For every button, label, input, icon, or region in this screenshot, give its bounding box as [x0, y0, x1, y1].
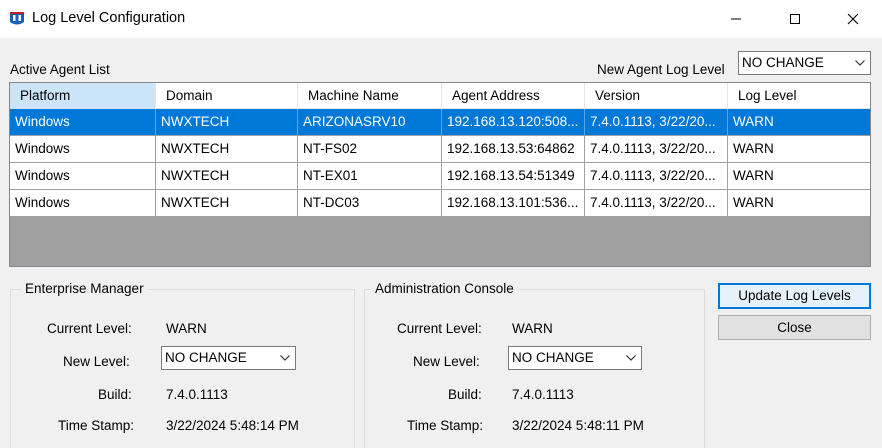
enterprise-build-label: Build: — [98, 387, 132, 402]
chevron-down-icon — [280, 355, 290, 361]
enterprise-timestamp-label: Time Stamp: — [58, 418, 135, 433]
enterprise-timestamp-value: 3/22/2024 5:48:14 PM — [166, 418, 299, 433]
app-logo-icon — [10, 12, 24, 25]
new-agent-log-level-label: New Agent Log Level — [597, 62, 725, 77]
title-bar: Log Level Configuration — [0, 0, 882, 38]
cell-agent-address: 192.168.13.54:51349 — [442, 163, 585, 190]
enterprise-new-level-label: New Level: — [63, 354, 130, 369]
admin-current-level-value: WARN — [512, 321, 553, 336]
cell-agent-address: 192.168.13.120:508... — [442, 109, 585, 136]
agent-list-grid[interactable]: Platform Domain Machine Name Agent Addre… — [9, 82, 871, 267]
close-window-button[interactable] — [824, 0, 882, 38]
cell-domain: NWXTECH — [156, 109, 298, 136]
enterprise-build-value: 7.4.0.1113 — [166, 387, 228, 402]
cell-version: 7.4.0.1113, 3/22/20... — [585, 190, 728, 217]
cell-version: 7.4.0.1113, 3/22/20... — [585, 136, 728, 163]
enterprise-manager-title: Enterprise Manager — [21, 281, 148, 296]
window-title: Log Level Configuration — [32, 10, 186, 26]
column-header-log-level[interactable]: Log Level — [728, 83, 870, 109]
active-agent-list-label: Active Agent List — [10, 62, 110, 77]
admin-timestamp-label: Time Stamp: — [407, 418, 484, 433]
table-row[interactable]: Windows NWXTECH NT-FS02 192.168.13.53:64… — [10, 136, 870, 163]
cell-domain: NWXTECH — [156, 163, 298, 190]
chevron-down-icon — [626, 355, 636, 361]
cell-platform: Windows — [10, 109, 156, 136]
close-button[interactable]: Close — [718, 315, 871, 340]
enterprise-new-level-value: NO CHANGE — [165, 350, 247, 365]
maximize-button[interactable] — [766, 0, 824, 38]
cell-machine-name: NT-DC03 — [298, 190, 442, 217]
cell-machine-name: NT-EX01 — [298, 163, 442, 190]
cell-log-level: WARN — [733, 168, 774, 183]
admin-build-label: Build: — [448, 387, 482, 402]
column-header-platform[interactable]: Platform — [10, 83, 156, 109]
new-agent-log-level-value: NO CHANGE — [742, 55, 824, 70]
admin-current-level-label: Current Level: — [397, 321, 482, 336]
cell-platform: Windows — [10, 163, 156, 190]
cell-domain: NWXTECH — [156, 190, 298, 217]
grid-header: Platform Domain Machine Name Agent Addre… — [10, 83, 870, 109]
cell-log-level: WARN — [733, 195, 774, 210]
cell-machine-name: ARIZONASRV10 — [298, 109, 442, 136]
column-header-agent-address[interactable]: Agent Address — [442, 83, 585, 109]
table-row[interactable]: Windows NWXTECH ARIZONASRV10 192.168.13.… — [10, 109, 870, 136]
minimize-icon — [731, 18, 741, 20]
table-row[interactable]: Windows NWXTECH NT-DC03 192.168.13.101:5… — [10, 190, 870, 217]
cell-log-level: WARN — [733, 141, 774, 156]
maximize-icon — [790, 14, 800, 24]
update-log-levels-button[interactable]: Update Log Levels — [718, 283, 871, 309]
cell-platform: Windows — [10, 190, 156, 217]
enterprise-current-level-value: WARN — [166, 321, 207, 336]
minimize-button[interactable] — [707, 0, 765, 38]
column-header-version[interactable]: Version — [585, 83, 728, 109]
cell-agent-address: 192.168.13.53:64862 — [442, 136, 585, 163]
enterprise-current-level-label: Current Level: — [47, 321, 132, 336]
admin-new-level-select[interactable]: NO CHANGE — [508, 346, 642, 370]
new-agent-log-level-select[interactable]: NO CHANGE — [738, 51, 871, 75]
column-header-machine-name[interactable]: Machine Name — [298, 83, 442, 109]
admin-timestamp-value: 3/22/2024 5:48:11 PM — [512, 418, 644, 433]
cell-platform: Windows — [10, 136, 156, 163]
cell-version: 7.4.0.1113, 3/22/20... — [585, 109, 728, 136]
close-icon — [847, 13, 859, 25]
cell-agent-address: 192.168.13.101:536... — [442, 190, 585, 217]
enterprise-new-level-select[interactable]: NO CHANGE — [161, 346, 296, 370]
admin-build-value: 7.4.0.1113 — [512, 387, 574, 402]
table-row[interactable]: Windows NWXTECH NT-EX01 192.168.13.54:51… — [10, 163, 870, 190]
cell-log-level: WARN — [733, 114, 774, 129]
cell-machine-name: NT-FS02 — [298, 136, 442, 163]
cell-domain: NWXTECH — [156, 136, 298, 163]
admin-new-level-label: New Level: — [413, 354, 480, 369]
column-header-domain[interactable]: Domain — [156, 83, 298, 109]
admin-new-level-value: NO CHANGE — [512, 350, 594, 365]
chevron-down-icon — [855, 60, 865, 66]
cell-version: 7.4.0.1113, 3/22/20... — [585, 163, 728, 190]
administration-console-title: Administration Console — [371, 281, 518, 296]
